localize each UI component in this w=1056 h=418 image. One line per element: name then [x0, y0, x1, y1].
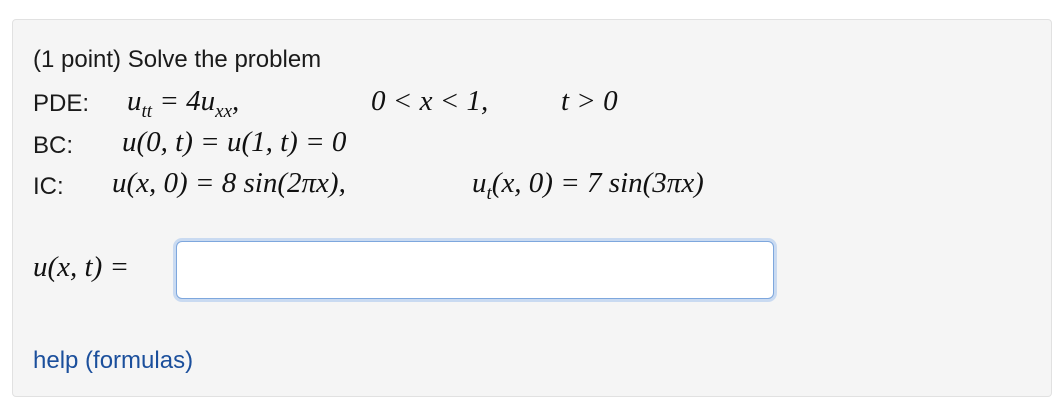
problem-card: (1 point) Solve the problem PDE: utt = 4…	[12, 19, 1052, 397]
pde-x-domain: 0 < x < 1,	[371, 85, 489, 117]
pde-comma: ,	[232, 85, 240, 117]
pde-lhs-u: u	[127, 85, 142, 117]
ic-velocity-u: u	[472, 167, 487, 199]
problem-title: (1 point) Solve the problem	[33, 46, 322, 73]
pde-rhs-subscript: xx	[215, 101, 233, 122]
pde-rhs: = 4u	[152, 85, 216, 117]
ic-label: IC:	[33, 173, 64, 200]
pde-t-domain: t > 0	[561, 85, 618, 117]
pde-lhs-subscript: tt	[141, 101, 153, 122]
ic-displacement: u(x, 0) = 8 sin(2πx),	[112, 167, 346, 199]
ic-velocity: ut(x, 0) = 7 sin(3πx)	[472, 167, 704, 204]
help-formulas-link[interactable]: help (formulas)	[33, 347, 193, 375]
pde-label: PDE:	[33, 90, 90, 117]
bc-label: BC:	[33, 132, 74, 159]
answer-input[interactable]	[176, 241, 774, 299]
ic-velocity-rest: (x, 0) = 7 sin(3πx)	[491, 167, 704, 199]
ic-velocity-subscript: t	[486, 183, 492, 204]
pde-equation: utt = 4uxx,	[127, 85, 240, 122]
answer-label: u(x, t) =	[33, 251, 130, 283]
bc-equation: u(0, t) = u(1, t) = 0	[122, 126, 347, 158]
